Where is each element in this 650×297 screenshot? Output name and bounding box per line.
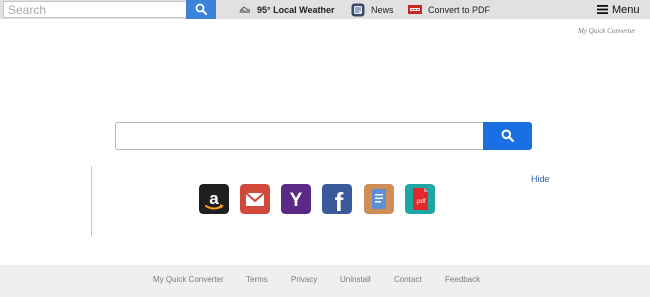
menu-button[interactable]: Menu: [597, 2, 640, 17]
vertical-divider: [91, 166, 92, 236]
shortcut-docs[interactable]: [364, 184, 394, 214]
docs-icon: [364, 184, 394, 214]
nav-local-weather[interactable]: 95° Local Weather: [238, 2, 334, 17]
search-icon: [501, 129, 514, 142]
yahoo-icon: Y: [281, 184, 311, 214]
svg-text:Y: Y: [290, 190, 303, 211]
shortcut-amazon[interactable]: a: [199, 184, 229, 214]
footer-link-privacy[interactable]: Privacy: [291, 275, 317, 284]
nav-convert-to-pdf[interactable]: Convert to PDF: [408, 2, 490, 17]
top-search-input[interactable]: [3, 1, 187, 18]
brand-logo-text: My Quick Converter: [578, 27, 636, 35]
footer-link-uninstall[interactable]: Uninstall: [340, 275, 371, 284]
svg-text:a: a: [209, 189, 219, 208]
shortcut-pdf[interactable]: .pdf: [405, 184, 435, 214]
news-icon: [351, 3, 365, 16]
search-icon: [195, 3, 207, 15]
shortcut-gmail[interactable]: [240, 184, 270, 214]
nav-weather-label: 95° Local Weather: [257, 4, 335, 15]
weather-icon: [239, 5, 250, 13]
shortcut-yahoo[interactable]: Y: [281, 184, 311, 214]
svg-text:.pdf: .pdf: [415, 199, 425, 205]
hamburger-icon: [597, 5, 608, 14]
footer-link-feedback[interactable]: Feedback: [445, 275, 480, 284]
nav-news[interactable]: News: [351, 2, 394, 17]
top-search-button[interactable]: [186, 0, 216, 19]
pdf-icon: [408, 5, 422, 14]
footer-link-contact[interactable]: Contact: [394, 275, 422, 284]
main-search-button[interactable]: [483, 122, 532, 150]
top-toolbar: 95° Local Weather News Convert to PDF Me…: [0, 0, 650, 19]
footer-link-my-quick-converter[interactable]: My Quick Converter: [153, 275, 224, 284]
main-search-box: [115, 122, 532, 150]
footer: My Quick Converter Terms Privacy Uninsta…: [0, 265, 650, 297]
nav-news-label: News: [371, 4, 394, 15]
menu-label: Menu: [612, 3, 640, 16]
facebook-icon: f: [322, 184, 352, 214]
pdf-file-icon: .pdf: [405, 184, 435, 214]
shortcut-facebook[interactable]: f: [322, 184, 352, 214]
svg-text:f: f: [335, 187, 344, 214]
amazon-icon: a: [199, 184, 229, 214]
hide-shortcuts-link[interactable]: Hide: [531, 174, 550, 184]
footer-link-terms[interactable]: Terms: [246, 275, 268, 284]
gmail-icon: [240, 184, 270, 214]
main-search-input[interactable]: [115, 122, 484, 150]
nav-pdf-label: Convert to PDF: [428, 4, 491, 15]
